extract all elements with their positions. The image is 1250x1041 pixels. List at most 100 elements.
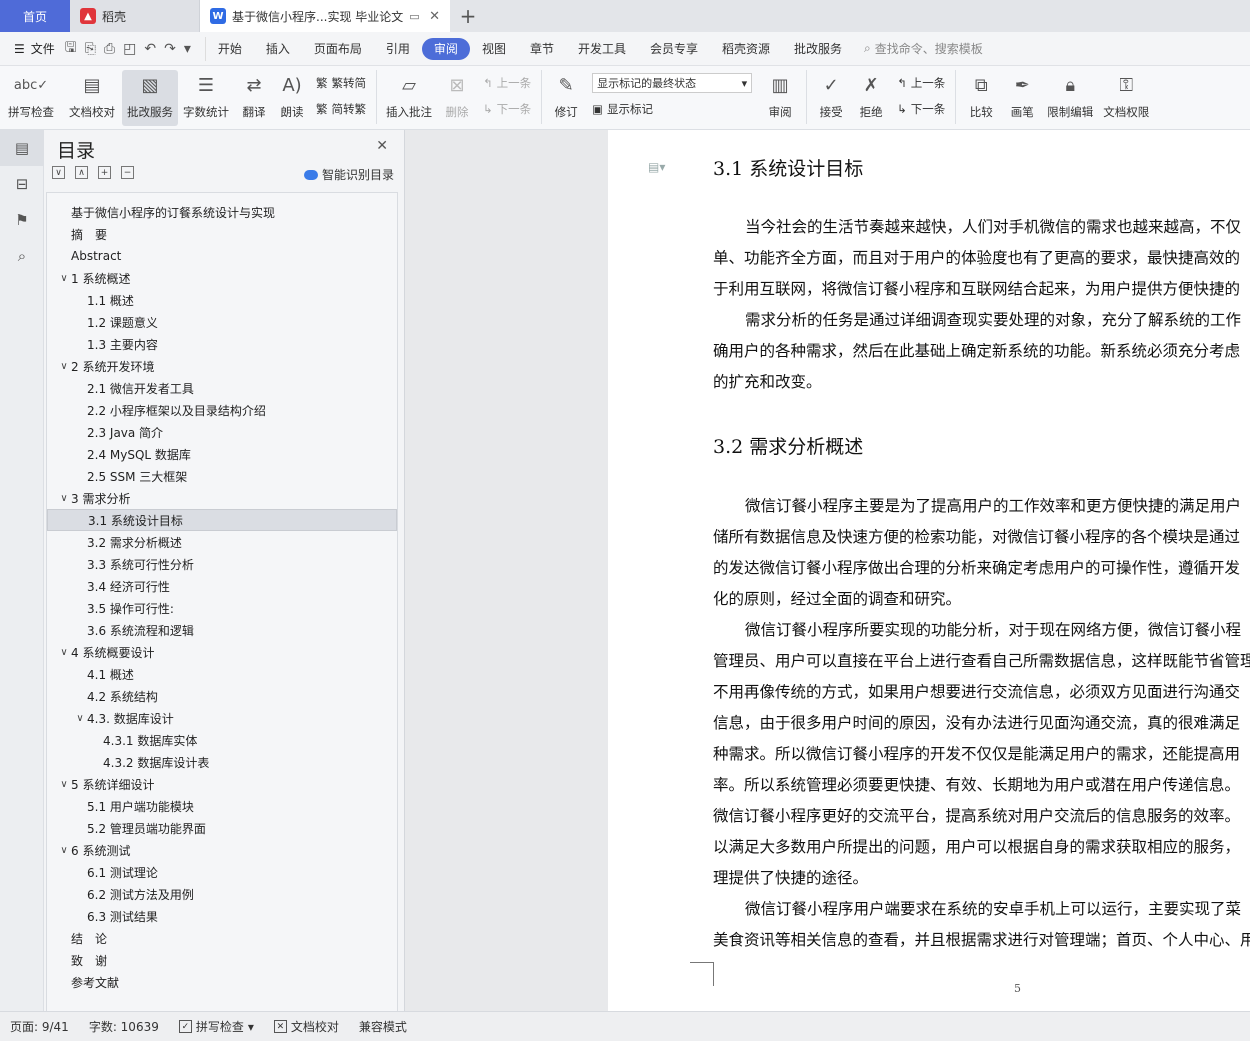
chevron-down-icon[interactable]: ∨ [57, 779, 71, 790]
find-icon[interactable]: ⌕ [0, 238, 44, 274]
export-pdf-icon[interactable]: ⎘ [85, 41, 96, 57]
collapse-icon[interactable]: ∨ [52, 166, 65, 179]
toc-item[interactable]: 6.2 测试方法及用例 [47, 883, 397, 905]
paragraph-handle-icon[interactable]: ▤▾ [648, 160, 665, 174]
add-heading-icon[interactable]: + [98, 166, 111, 179]
doc-proof-button[interactable]: ▤ 文档校对 [62, 70, 122, 126]
toc-item[interactable]: 3.6 系统流程和逻辑 [47, 619, 397, 641]
chevron-down-icon[interactable]: ∨ [57, 361, 71, 372]
markup-state-select[interactable]: 显示标记的最终状态 ▾ [592, 72, 753, 94]
pen-button[interactable]: ✒ 画笔 [1002, 70, 1042, 126]
save-icon[interactable]: 🖫 [65, 37, 77, 61]
toc-item[interactable]: 6.1 测试理论 [47, 861, 397, 883]
review-pane-button[interactable]: ▥ 审阅 [758, 70, 802, 126]
toc-item[interactable]: 2.2 小程序框架以及目录结构介绍 [47, 399, 397, 421]
menu-item[interactable]: 页面布局 [302, 38, 374, 60]
tab-daoke[interactable]: ▲ 稻壳 [70, 0, 200, 32]
menu-item[interactable]: 会员专享 [638, 38, 710, 60]
insert-comment-button[interactable]: ▱ 插入批注 [381, 70, 437, 126]
toc-item[interactable]: 结 论 [47, 927, 397, 949]
to-traditional-button[interactable]: 繁繁转简 [316, 72, 366, 94]
toc-item[interactable]: ∨ 2 系统开发环境 [47, 355, 397, 377]
toc-item[interactable]: 摘 要 [47, 223, 397, 245]
toc-item[interactable]: ∨ 4.3. 数据库设计 [47, 707, 397, 729]
show-markup-button[interactable]: ▣ 显示标记 [592, 98, 752, 120]
monitor-icon[interactable]: ▭ [409, 10, 419, 23]
toc-item[interactable]: 5.2 管理员端功能界面 [47, 817, 397, 839]
prev-comment-button[interactable]: ↰ 上一条 [483, 72, 531, 94]
close-icon[interactable]: ✕ [376, 138, 388, 154]
new-tab-button[interactable]: + [450, 0, 486, 32]
tab-document[interactable]: W 基于微信小程序...实现 毕业论文 ▭ ✕ [200, 0, 450, 32]
chevron-down-icon[interactable]: ∨ [57, 647, 71, 658]
toc-item[interactable]: 4.3.1 数据库实体 [47, 729, 397, 751]
toc-item[interactable]: 3.5 操作可行性: [47, 597, 397, 619]
menu-item[interactable]: 审阅 [421, 37, 470, 60]
doc-permission-button[interactable]: ⚿ 文档权限 [1098, 70, 1154, 126]
menu-item[interactable]: 插入 [254, 38, 302, 60]
spellcheck-status[interactable]: ✓ 拼写检查 ▾ [169, 1018, 264, 1035]
word-count-button[interactable]: ☰ 字数统计 [178, 70, 234, 126]
close-tab-icon[interactable]: ✕ [429, 9, 440, 24]
toc-item[interactable]: 1.2 课题意义 [47, 311, 397, 333]
toc-item[interactable]: 6.3 测试结果 [47, 905, 397, 927]
toc-item[interactable]: 4.1 概述 [47, 663, 397, 685]
toc-item[interactable]: ∨ 4 系统概要设计 [47, 641, 397, 663]
toc-item[interactable]: 5.1 用户端功能模块 [47, 795, 397, 817]
toc-item[interactable]: 3.1 系统设计目标 [47, 509, 397, 531]
smart-toc-button[interactable]: 智能识别目录 [303, 166, 394, 183]
reject-button[interactable]: ✗ 拒绝 [851, 70, 891, 126]
prev-revision-button[interactable]: ↰ 上一条 [897, 72, 945, 94]
tab-home[interactable]: 首页 [0, 0, 70, 32]
accept-button[interactable]: ✓ 接受 [811, 70, 851, 126]
toc-item[interactable]: 4.3.2 数据库设计表 [47, 751, 397, 773]
page-indicator[interactable]: 页面: 9/41 [0, 1018, 79, 1035]
toc-item[interactable]: 2.5 SSM 三大框架 [47, 465, 397, 487]
chapter-nav-icon[interactable]: ⊟ [0, 166, 44, 202]
review-service-button[interactable]: ▧ 批改服务 [122, 70, 178, 126]
menu-item[interactable]: 视图 [470, 38, 518, 60]
redo-icon[interactable]: ↷ [164, 41, 176, 57]
translate-button[interactable]: ⇄ 翻译 [234, 70, 274, 126]
read-aloud-button[interactable]: A) 朗读 [274, 70, 310, 126]
command-search[interactable]: ⌕ 查找命令、搜索模板 [864, 40, 983, 57]
toc-item[interactable]: ∨ 1 系统概述 [47, 267, 397, 289]
word-count-indicator[interactable]: 字数: 10639 [79, 1018, 169, 1035]
toc-item[interactable]: 3.3 系统可行性分析 [47, 553, 397, 575]
toc-item[interactable]: Abstract [47, 245, 397, 267]
toc-item[interactable]: 3.4 经济可行性 [47, 575, 397, 597]
toc-item[interactable]: 2.1 微信开发者工具 [47, 377, 397, 399]
menu-item[interactable]: 章节 [518, 38, 566, 60]
to-simplified-button[interactable]: 繁简转繁 [316, 98, 366, 120]
remove-heading-icon[interactable]: − [121, 166, 134, 179]
expand-icon[interactable]: ∧ [75, 166, 88, 179]
bookmark-icon[interactable]: ⚑ [0, 202, 44, 238]
print-icon[interactable]: ⎙ [104, 41, 115, 57]
delete-comment-button[interactable]: ⊠ 删除 [437, 70, 477, 126]
toc-item[interactable]: ∨ 6 系统测试 [47, 839, 397, 861]
menu-item[interactable]: 引用 [374, 38, 422, 60]
menu-item[interactable]: 开始 [206, 38, 254, 60]
toc-item[interactable]: 基于微信小程序的订餐系统设计与实现 [47, 201, 397, 223]
restrict-edit-button[interactable]: 🔒︎ 限制编辑 [1042, 70, 1098, 126]
toc-item[interactable]: 2.4 MySQL 数据库 [47, 443, 397, 465]
next-revision-button[interactable]: ↳ 下一条 [897, 98, 945, 120]
menu-item[interactable]: 批改服务 [782, 38, 854, 60]
file-menu[interactable]: ☰ 文件 [0, 40, 65, 57]
toc-item[interactable]: 1.1 概述 [47, 289, 397, 311]
chevron-down-icon[interactable]: ∨ [73, 713, 87, 724]
spellcheck-button[interactable]: abc✓ 拼写检查 [0, 70, 62, 126]
toc-item[interactable]: 参考文献 [47, 971, 397, 993]
toc-item[interactable]: 3.2 需求分析概述 [47, 531, 397, 553]
menu-item[interactable]: 稻壳资源 [710, 38, 782, 60]
doc-proof-status[interactable]: ✕ 文档校对 [264, 1018, 349, 1035]
document-page[interactable]: ▤▾ 3.1 系统设计目标 当今社会的生活节奏越来越快，人们对手机微信的需求也越… [608, 130, 1250, 1011]
toc-panel-icon[interactable]: ▤ [0, 130, 44, 166]
toc-item[interactable]: ∨ 5 系统详细设计 [47, 773, 397, 795]
print-preview-icon[interactable]: ◰ [123, 41, 136, 57]
undo-icon[interactable]: ↶ [144, 41, 156, 57]
menu-item[interactable]: 开发工具 [566, 38, 638, 60]
chevron-down-icon[interactable]: ∨ [57, 493, 71, 504]
toc-item[interactable]: 2.3 Java 简介 [47, 421, 397, 443]
chevron-down-icon[interactable]: ∨ [57, 845, 71, 856]
